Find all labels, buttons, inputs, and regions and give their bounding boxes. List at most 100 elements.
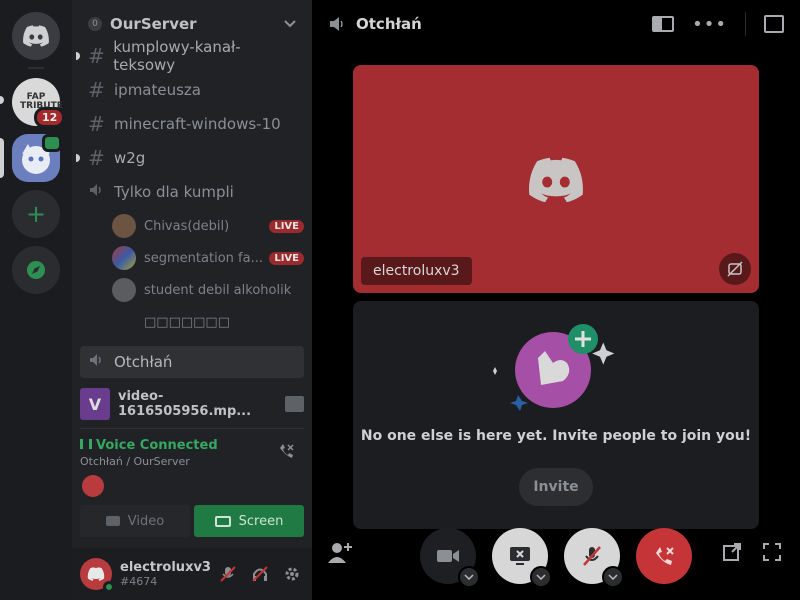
screen-button[interactable]: Screen: [194, 505, 304, 537]
add-server-button[interactable]: +: [12, 190, 60, 238]
deafen-button[interactable]: [248, 562, 272, 586]
mic-muted-icon: [583, 546, 601, 566]
voice-user-chivas[interactable]: Chivas(debil) LIVE: [112, 212, 304, 240]
more-options-icon[interactable]: •••: [692, 14, 727, 35]
channel-w2g[interactable]: # w2g: [76, 142, 304, 174]
tile-nameplate: electroluxv3: [361, 257, 472, 285]
divider: [80, 428, 304, 429]
avatar: [112, 214, 136, 238]
plus-icon: +: [25, 200, 47, 228]
invite-illustration-icon: [493, 324, 615, 411]
screen-share-button[interactable]: [492, 528, 552, 588]
speaker-icon: [88, 182, 110, 202]
disconnect-button[interactable]: [636, 528, 692, 584]
chevron-down-icon: [284, 20, 296, 28]
unread-indicator: [76, 52, 80, 60]
unread-indicator: [76, 154, 80, 162]
compass-icon: [27, 261, 45, 279]
voice-user-name: segmentation fa...: [144, 250, 263, 266]
video-button[interactable]: Video: [80, 505, 190, 537]
boost-level-badge: 0: [88, 17, 102, 31]
channel-ipmateusza[interactable]: # ipmateusza: [80, 74, 304, 106]
text-channel-icon: #: [88, 78, 105, 102]
add-person-button[interactable]: [328, 540, 352, 564]
headphones-muted-icon: [252, 566, 268, 582]
eye-off-icon: [727, 261, 743, 277]
voice-user-student[interactable]: student debil alkoholik: [112, 276, 304, 304]
screen-label: Screen: [238, 513, 284, 529]
voice-channel-tylko[interactable]: Tylko dla kumpli: [80, 176, 304, 208]
mute-button[interactable]: [216, 562, 240, 586]
voice-channel-otchlan[interactable]: Otchłań: [80, 346, 304, 378]
discord-logo-icon: [23, 25, 49, 47]
user-video-tile[interactable]: electroluxv3: [353, 65, 759, 293]
screen-share-icon: [214, 515, 231, 527]
server-rail: FAP TRIBUTE 12 +: [0, 0, 72, 600]
signal-icon: [80, 439, 92, 449]
camera-button[interactable]: [420, 528, 480, 588]
rail-separator: [28, 67, 44, 69]
stop-stream-icon[interactable]: [285, 396, 305, 412]
live-badge: LIVE: [269, 219, 304, 233]
voice-self-avatar: [82, 475, 104, 497]
pop-out-button[interactable]: [720, 540, 744, 564]
chevron-down-icon[interactable]: [602, 566, 624, 588]
channel-sidebar: 0 OurServer # kumplowy-kanał-teksowy # i…: [72, 0, 312, 600]
voice-user-unnamed[interactable]: □□□□□□□: [112, 308, 304, 336]
stream-preview[interactable]: V video-1616505956.mp...: [80, 386, 305, 422]
camera-icon: [105, 516, 120, 526]
disconnect-icon[interactable]: [276, 442, 296, 462]
text-channel-icon: #: [88, 44, 105, 68]
invite-button[interactable]: Invite: [519, 468, 593, 506]
voice-user-name: □□□□□□□: [144, 314, 230, 330]
stage-title: Otchłań: [356, 15, 422, 33]
pop-out-icon: [723, 543, 741, 561]
avatar: [112, 246, 136, 270]
avatar: [112, 278, 136, 302]
stream-title: video-1616505956.mp...: [118, 389, 252, 419]
user-info[interactable]: electroluxv3 #4674: [120, 560, 211, 588]
phone-hangup-icon: [656, 547, 674, 565]
voice-user-segmentation[interactable]: segmentation fa... LIVE: [112, 244, 304, 272]
server-name: OurServer: [110, 15, 197, 33]
camera-icon: [437, 550, 459, 562]
channel-name: w2g: [114, 149, 146, 167]
user-avatar[interactable]: [80, 558, 115, 593]
gear-icon: [285, 567, 299, 581]
stage-topbar: Otchłań •••: [312, 0, 800, 48]
chevron-down-icon[interactable]: [458, 566, 480, 588]
explore-servers-button[interactable]: [12, 246, 60, 294]
channel-name: Otchłań: [114, 353, 173, 371]
screen-share-indicator-icon: [42, 134, 62, 152]
selected-server-pill: [0, 138, 4, 178]
mention-badge: 12: [34, 107, 66, 128]
text-channel-icon: #: [88, 112, 105, 136]
user-controls: [216, 562, 304, 586]
video-label: Video: [127, 513, 165, 529]
microphone-button[interactable]: [564, 528, 624, 588]
channel-kumplowy[interactable]: # kumplowy-kanał-teksowy: [76, 38, 304, 74]
live-badge: LIVE: [269, 251, 304, 265]
online-status-icon: [103, 581, 115, 593]
layout-grid-icon[interactable]: [652, 16, 675, 32]
inbox-icon[interactable]: [764, 15, 784, 33]
hide-tile-button[interactable]: [719, 253, 751, 285]
user-settings-button[interactable]: [280, 562, 304, 586]
chevron-down-icon[interactable]: [530, 566, 552, 588]
voice-user-name: student debil alkoholik: [144, 282, 292, 298]
channel-name: kumplowy-kanał-teksowy: [113, 38, 241, 74]
add-person-icon: [328, 543, 352, 563]
fullscreen-button[interactable]: [760, 540, 784, 564]
user-bar: electroluxv3 #4674: [72, 548, 312, 600]
channel-name: minecraft-windows-10: [114, 115, 281, 133]
text-channel-icon: #: [88, 146, 105, 170]
home-button[interactable]: [12, 12, 60, 60]
channel-name: Tylko dla kumpli: [114, 183, 234, 201]
unread-pill: [0, 96, 4, 104]
username: electroluxv3: [120, 560, 211, 575]
voice-location: Otchłań / OurServer: [80, 455, 190, 468]
discord-logo-icon: [529, 157, 583, 203]
channel-minecraft[interactable]: # minecraft-windows-10: [80, 108, 304, 140]
voice-user-name: Chivas(debil): [144, 218, 230, 234]
mic-muted-icon: [220, 566, 236, 582]
